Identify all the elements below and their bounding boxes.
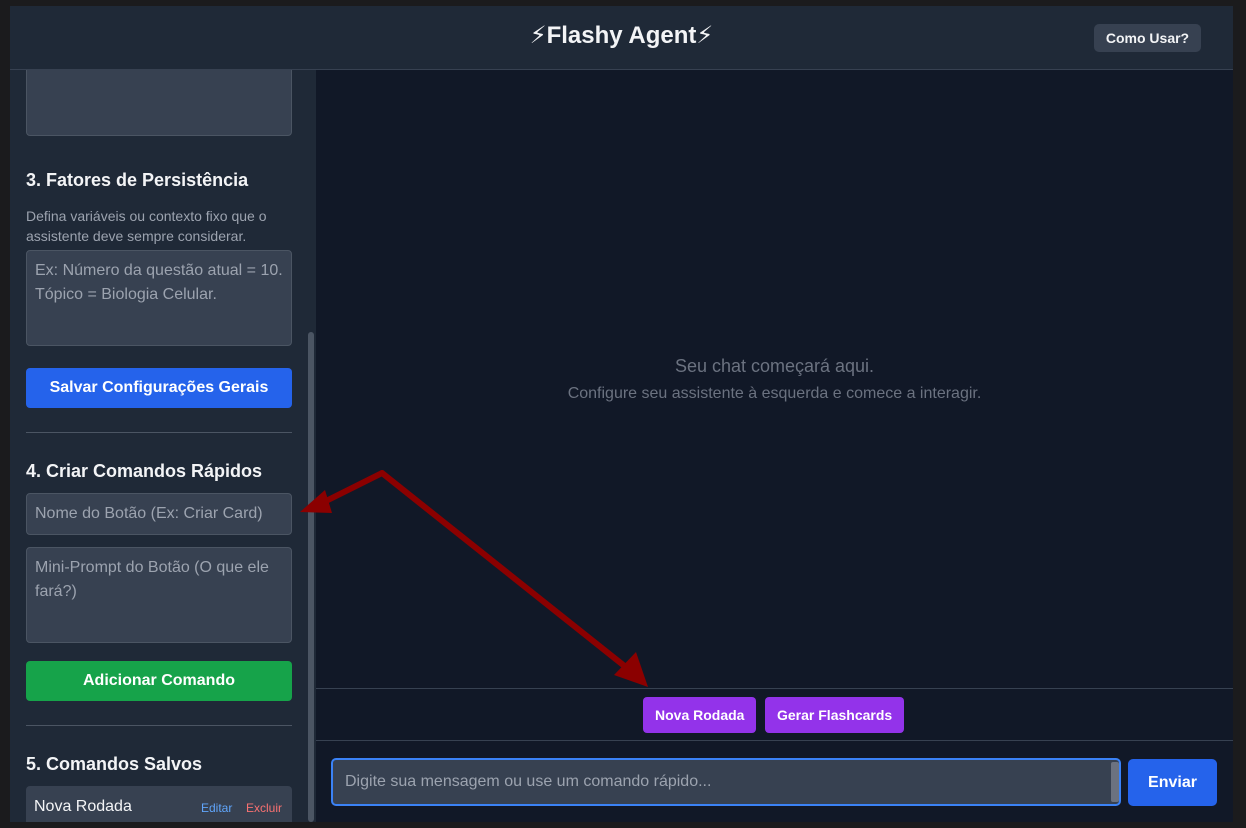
saved-commands-heading: 5. Comandos Salvos xyxy=(26,754,203,774)
message-input-scrollbar xyxy=(1111,762,1119,802)
command-prompt-textarea[interactable] xyxy=(26,547,292,643)
quick-command-nova-rodada[interactable]: Nova Rodada xyxy=(643,697,757,733)
persistence-heading: 3. Fatores de Persistência xyxy=(26,170,249,190)
saved-command-item: Nova Rodada Editar Excluir xyxy=(26,786,292,822)
chat-empty-hint: Configure seu assistente à esquerda e co… xyxy=(567,385,982,402)
app-window: ⚡Flashy Agent⚡ Como Usar? 3. Fatores de … xyxy=(10,6,1233,822)
delete-command-link[interactable]: Excluir xyxy=(246,801,282,815)
section-divider xyxy=(26,725,292,726)
chat-panel: Seu chat começará aqui. Configure seu as… xyxy=(316,70,1233,822)
persistence-textarea[interactable] xyxy=(26,250,292,346)
send-button[interactable]: Enviar xyxy=(1128,759,1217,806)
command-name-input[interactable] xyxy=(26,493,292,535)
quick-commands-bar: Nova Rodada Gerar Flashcards xyxy=(316,688,1233,741)
chat-empty-title: Seu chat começará aqui. xyxy=(674,356,875,376)
previous-section-textarea[interactable] xyxy=(26,70,292,136)
chat-empty-state: Seu chat começará aqui. Configure seu as… xyxy=(316,356,1233,403)
top-bar: ⚡Flashy Agent⚡ Como Usar? xyxy=(10,6,1233,70)
saved-command-name: Nova Rodada xyxy=(34,798,132,815)
quick-command-gerar-flashcards[interactable]: Gerar Flashcards xyxy=(765,697,905,733)
message-input[interactable] xyxy=(331,758,1121,806)
how-to-use-button[interactable]: Como Usar? xyxy=(1094,24,1201,52)
sidebar-scrollbar[interactable] xyxy=(308,332,314,822)
config-sidebar: 3. Fatores de Persistência Defina variáv… xyxy=(10,70,316,822)
save-general-settings-button[interactable]: Salvar Configurações Gerais xyxy=(26,368,292,408)
edit-command-link[interactable]: Editar xyxy=(201,801,232,815)
add-command-button[interactable]: Adicionar Comando xyxy=(26,661,292,701)
app-title: ⚡Flashy Agent⚡ xyxy=(529,22,714,49)
quick-commands-heading: 4. Criar Comandos Rápidos xyxy=(26,461,263,481)
persistence-description: Defina variáveis ou contexto fixo que o … xyxy=(26,208,267,244)
section-divider xyxy=(26,432,292,433)
